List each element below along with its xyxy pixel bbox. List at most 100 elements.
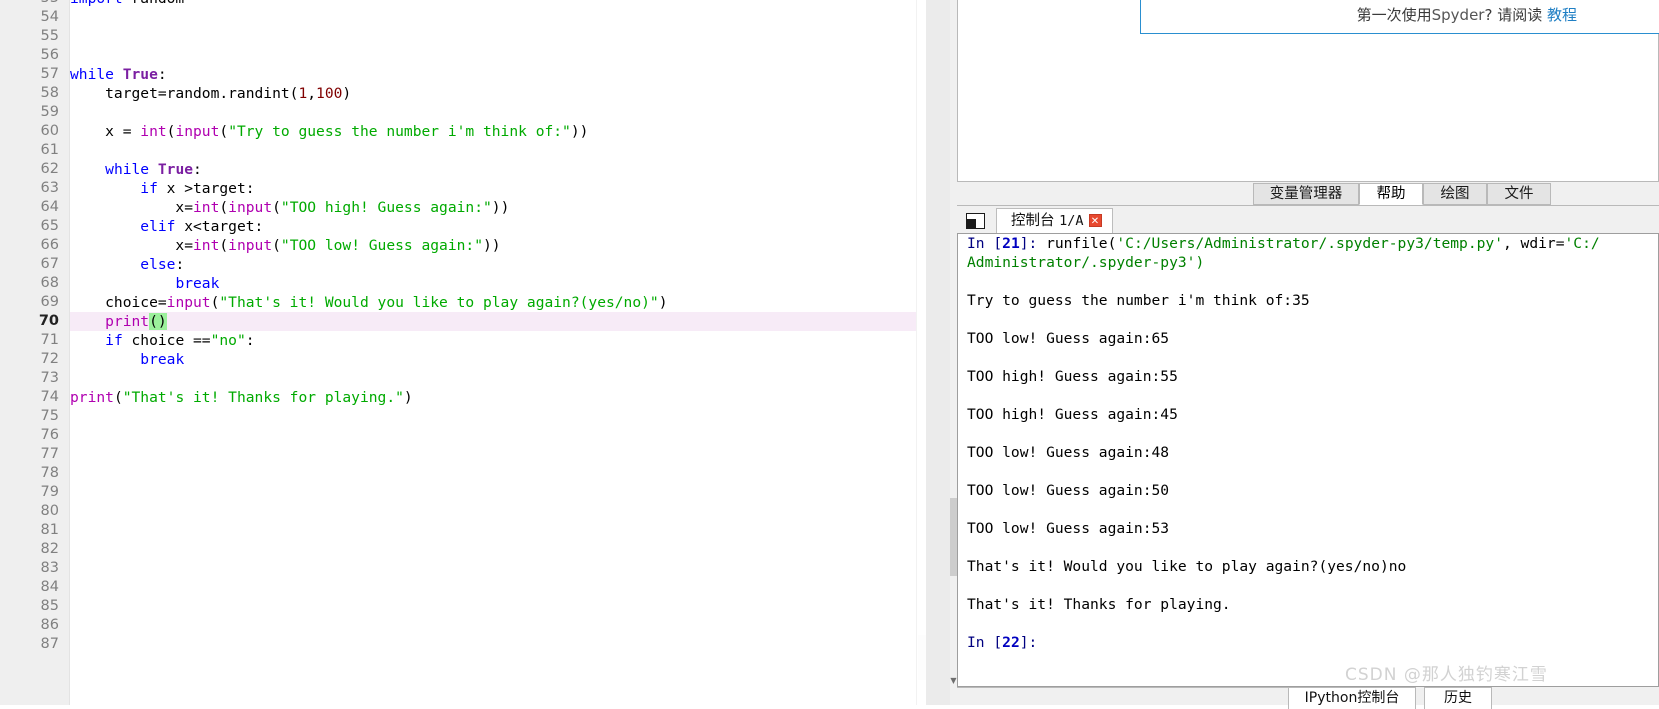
spyder-ide-window: 5354 55 56 57 58 59 60 61 62 63 64 65 66 67 68 69 70 71 72… (0, 0, 1659, 709)
help-dock-tab-1[interactable]: 帮助 (1359, 183, 1423, 205)
console-line: TOO low! Guess again:65 (967, 330, 1170, 347)
line-number: 76 (40, 427, 59, 443)
code-line[interactable] (70, 616, 926, 635)
line-number: 64 (40, 199, 59, 215)
line-number: 67 (40, 256, 59, 272)
console-line: TOO low! Guess again:48 (967, 444, 1170, 461)
code-line[interactable]: break (70, 350, 926, 369)
close-icon[interactable]: ✕ (1088, 213, 1102, 227)
console-dock-tab-0[interactable]: IPython控制台 (1288, 687, 1416, 709)
tabbar-rule (957, 205, 1659, 206)
console-output-area[interactable]: In [21]: runfile('C:/Users/Administrator… (957, 233, 1659, 687)
code-line[interactable] (70, 521, 926, 540)
line-number: 81 (40, 522, 59, 538)
code-line[interactable]: if choice =="no": (70, 331, 926, 350)
code-line[interactable]: while True: (70, 65, 926, 84)
line-number: 72 (40, 351, 59, 367)
console-line: That's it! Thanks for playing. (967, 596, 1231, 613)
line-number: 55 (40, 28, 59, 44)
line-number: 66 (40, 237, 59, 253)
code-line[interactable]: else: (70, 255, 926, 274)
line-number: 82 (40, 541, 59, 557)
code-line[interactable] (70, 445, 926, 464)
code-line[interactable]: choice=input("That's it! Would you like … (70, 293, 926, 312)
code-text-area[interactable]: import random while True: target=random.r… (70, 0, 926, 705)
code-line[interactable]: x=int(input("TOO high! Guess again:")) (70, 198, 926, 217)
console-scroll-down-arrow[interactable]: ▼ (950, 675, 957, 687)
code-line[interactable]: print("That's it! Thanks for playing.") (70, 388, 926, 407)
code-line[interactable] (70, 597, 926, 616)
help-pane[interactable]: 第一次使用Spyder? 请阅读 教程 (957, 0, 1659, 182)
code-line[interactable]: elif x<target: (70, 217, 926, 236)
console-scrollbar-thumb[interactable] (950, 498, 957, 576)
code-line[interactable] (70, 27, 926, 46)
line-number: 71 (40, 332, 59, 348)
console-pane[interactable]: 控制台 1/A ✕ ▼ In [21]: runfile('C:/Users/Ad… (950, 208, 1659, 687)
right-dock: 第一次使用Spyder? 请阅读 教程 变量管理器 帮助 绘图 文件 控制台 1/A ✕… (950, 0, 1659, 709)
first-time-tooltip[interactable]: 第一次使用Spyder? 请阅读 教程 (1140, 0, 1659, 34)
line-number: 58 (40, 85, 59, 101)
code-line[interactable] (70, 141, 926, 160)
pane-splitter[interactable] (926, 0, 950, 705)
code-line[interactable] (70, 578, 926, 597)
code-line[interactable] (70, 464, 926, 483)
line-number: 56 (40, 47, 59, 63)
code-line[interactable]: x = int(input("Try to guess the number i… (70, 122, 926, 141)
help-dock-tab-3[interactable]: 文件 (1487, 183, 1551, 205)
code-line[interactable]: break (70, 274, 926, 293)
console-line: Administrator/.spyder-py3') (967, 254, 1205, 271)
code-line[interactable] (70, 46, 926, 65)
line-number: 65 (40, 218, 59, 234)
code-line[interactable] (70, 369, 926, 388)
code-line[interactable]: target=random.randint(1,100) (70, 84, 926, 103)
line-number: 57 (40, 66, 59, 82)
console-dock-tab-1[interactable]: 历史 (1424, 687, 1492, 709)
code-line[interactable] (70, 540, 926, 559)
line-number: 53 (41, 0, 59, 8)
line-number: 61 (40, 142, 59, 158)
undock-icon[interactable] (966, 213, 985, 229)
line-number: 86 (40, 617, 59, 633)
code-editor-pane[interactable]: 5354 55 56 57 58 59 60 61 62 63 64 65 66 67 68 69 70 71 72… (0, 0, 926, 705)
code-line[interactable] (70, 483, 926, 502)
console-vertical-scrollbar[interactable]: ▼ (950, 233, 957, 687)
editor-vertical-scrollbar[interactable] (916, 0, 926, 705)
pane-splitter-handle[interactable] (934, 0, 943, 705)
line-number: 63 (40, 180, 59, 196)
code-line[interactable] (70, 502, 926, 521)
line-number: 54 (40, 9, 59, 25)
editor-scrollbar-thumb[interactable] (918, 635, 926, 680)
help-pane-tabbar[interactable]: 变量管理器 帮助 绘图 文件 (957, 183, 1659, 206)
code-line[interactable] (70, 635, 926, 654)
tooltip-prefix: 第一次使用 (1356, 6, 1432, 24)
help-dock-tab-2[interactable]: 绘图 (1423, 183, 1487, 205)
code-line[interactable] (70, 559, 926, 578)
console-line: In [22]: (967, 634, 1038, 651)
code-line[interactable] (70, 103, 926, 122)
line-number: 79 (40, 484, 59, 500)
code-line[interactable]: x=int(input("TOO low! Guess again:")) (70, 236, 926, 255)
help-dock-tab-0[interactable]: 变量管理器 (1253, 183, 1359, 205)
console-dock-tabbar[interactable]: IPython控制台 历史 (957, 687, 1659, 709)
console-tabrow[interactable]: 控制台 1/A ✕ (957, 208, 1659, 234)
console-tab-label: 控制台 (1011, 213, 1060, 229)
line-number: 68 (40, 275, 59, 291)
code-line[interactable] (70, 426, 926, 445)
line-number: 83 (40, 560, 59, 576)
code-line[interactable]: print() (70, 312, 916, 331)
code-line[interactable] (70, 407, 926, 426)
tutorial-link[interactable]: 教程 (1547, 6, 1577, 24)
first-time-tooltip-text: 第一次使用Spyder? 请阅读 教程 (1357, 4, 1577, 25)
code-line[interactable] (70, 8, 926, 27)
code-line[interactable]: if x >target: (70, 179, 926, 198)
code-line[interactable]: while True: (70, 160, 926, 179)
code-line[interactable]: import random (70, 0, 926, 8)
line-number: 69 (40, 294, 59, 310)
console-line: TOO low! Guess again:53 (967, 520, 1170, 537)
console-line: Try to guess the number i'm think of:35 (967, 292, 1310, 309)
console-line: In [21]: runfile('C:/Users/Administrator… (967, 235, 1600, 252)
csdn-watermark: CSDN @那人独钓寒江雪 (1345, 665, 1548, 685)
console-tab[interactable]: 控制台 1/A ✕ (996, 208, 1113, 234)
line-number: 74 (40, 389, 59, 405)
tooltip-brand: Spyder (1431, 6, 1485, 24)
